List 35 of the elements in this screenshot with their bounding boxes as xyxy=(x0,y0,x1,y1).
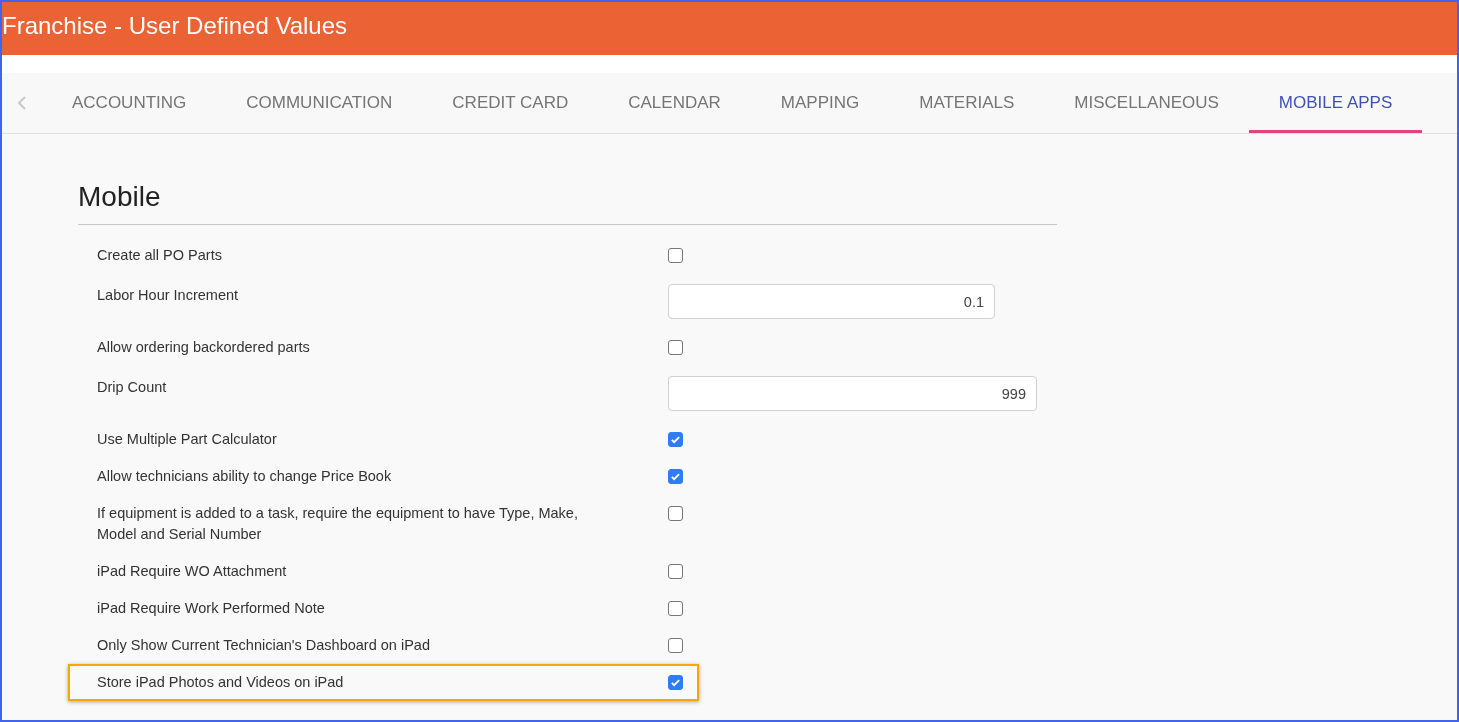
section-heading: Mobile xyxy=(78,180,162,214)
checkbox[interactable] xyxy=(668,601,683,616)
setting-label: Only Show Current Technician's Dashboard on iPad xyxy=(97,636,431,655)
checkbox[interactable] xyxy=(668,340,683,355)
tab[interactable]: CALENDAR xyxy=(598,73,751,133)
checkbox[interactable] xyxy=(668,432,683,447)
setting-label: Allow ordering backordered parts xyxy=(97,338,311,357)
tab[interactable]: COMMUNICATION xyxy=(216,73,423,133)
setting-label: Drip Count xyxy=(97,378,168,397)
checkbox[interactable] xyxy=(668,564,683,579)
setting-label: iPad Require WO Attachment xyxy=(97,562,288,581)
window-title: Franchise - User Defined Values xyxy=(2,12,348,39)
checkbox[interactable] xyxy=(668,506,683,521)
checkbox[interactable] xyxy=(668,675,683,690)
tab[interactable]: ACCOUNTING xyxy=(42,73,217,133)
tab[interactable]: MAPPING xyxy=(750,73,890,133)
tab[interactable]: MISCELLANEOUS xyxy=(1044,73,1249,133)
setting-label: iPad Require Work Performed Note xyxy=(97,599,326,618)
number-field[interactable]: 999 xyxy=(668,376,1037,411)
tab[interactable]: MOBILE APPS xyxy=(1248,73,1423,133)
number-field[interactable]: 0.1 xyxy=(668,284,995,319)
setting-label: Create all PO Parts xyxy=(97,246,223,265)
checkbox[interactable] xyxy=(668,469,683,484)
setting-label: Allow technicians ability to change Price Book xyxy=(97,467,393,486)
setting-label: If equipment is added to a task, require the equipment to have Type, Make, Model and Serial Number xyxy=(97,504,579,544)
tab[interactable]: MATERIALS xyxy=(889,73,1045,133)
checkmark-icon xyxy=(670,434,681,445)
setting-label: Use Multiple Part Calculator xyxy=(97,430,278,449)
checkmark-icon xyxy=(670,471,681,482)
setting-label: Store iPad Photos and Videos on iPad xyxy=(97,673,345,692)
setting-label: Labor Hour Increment xyxy=(97,286,240,305)
checkbox[interactable] xyxy=(668,248,683,263)
checkmark-icon xyxy=(670,677,681,688)
tab[interactable]: CREDIT CARD xyxy=(422,73,599,133)
checkbox[interactable] xyxy=(668,638,683,653)
